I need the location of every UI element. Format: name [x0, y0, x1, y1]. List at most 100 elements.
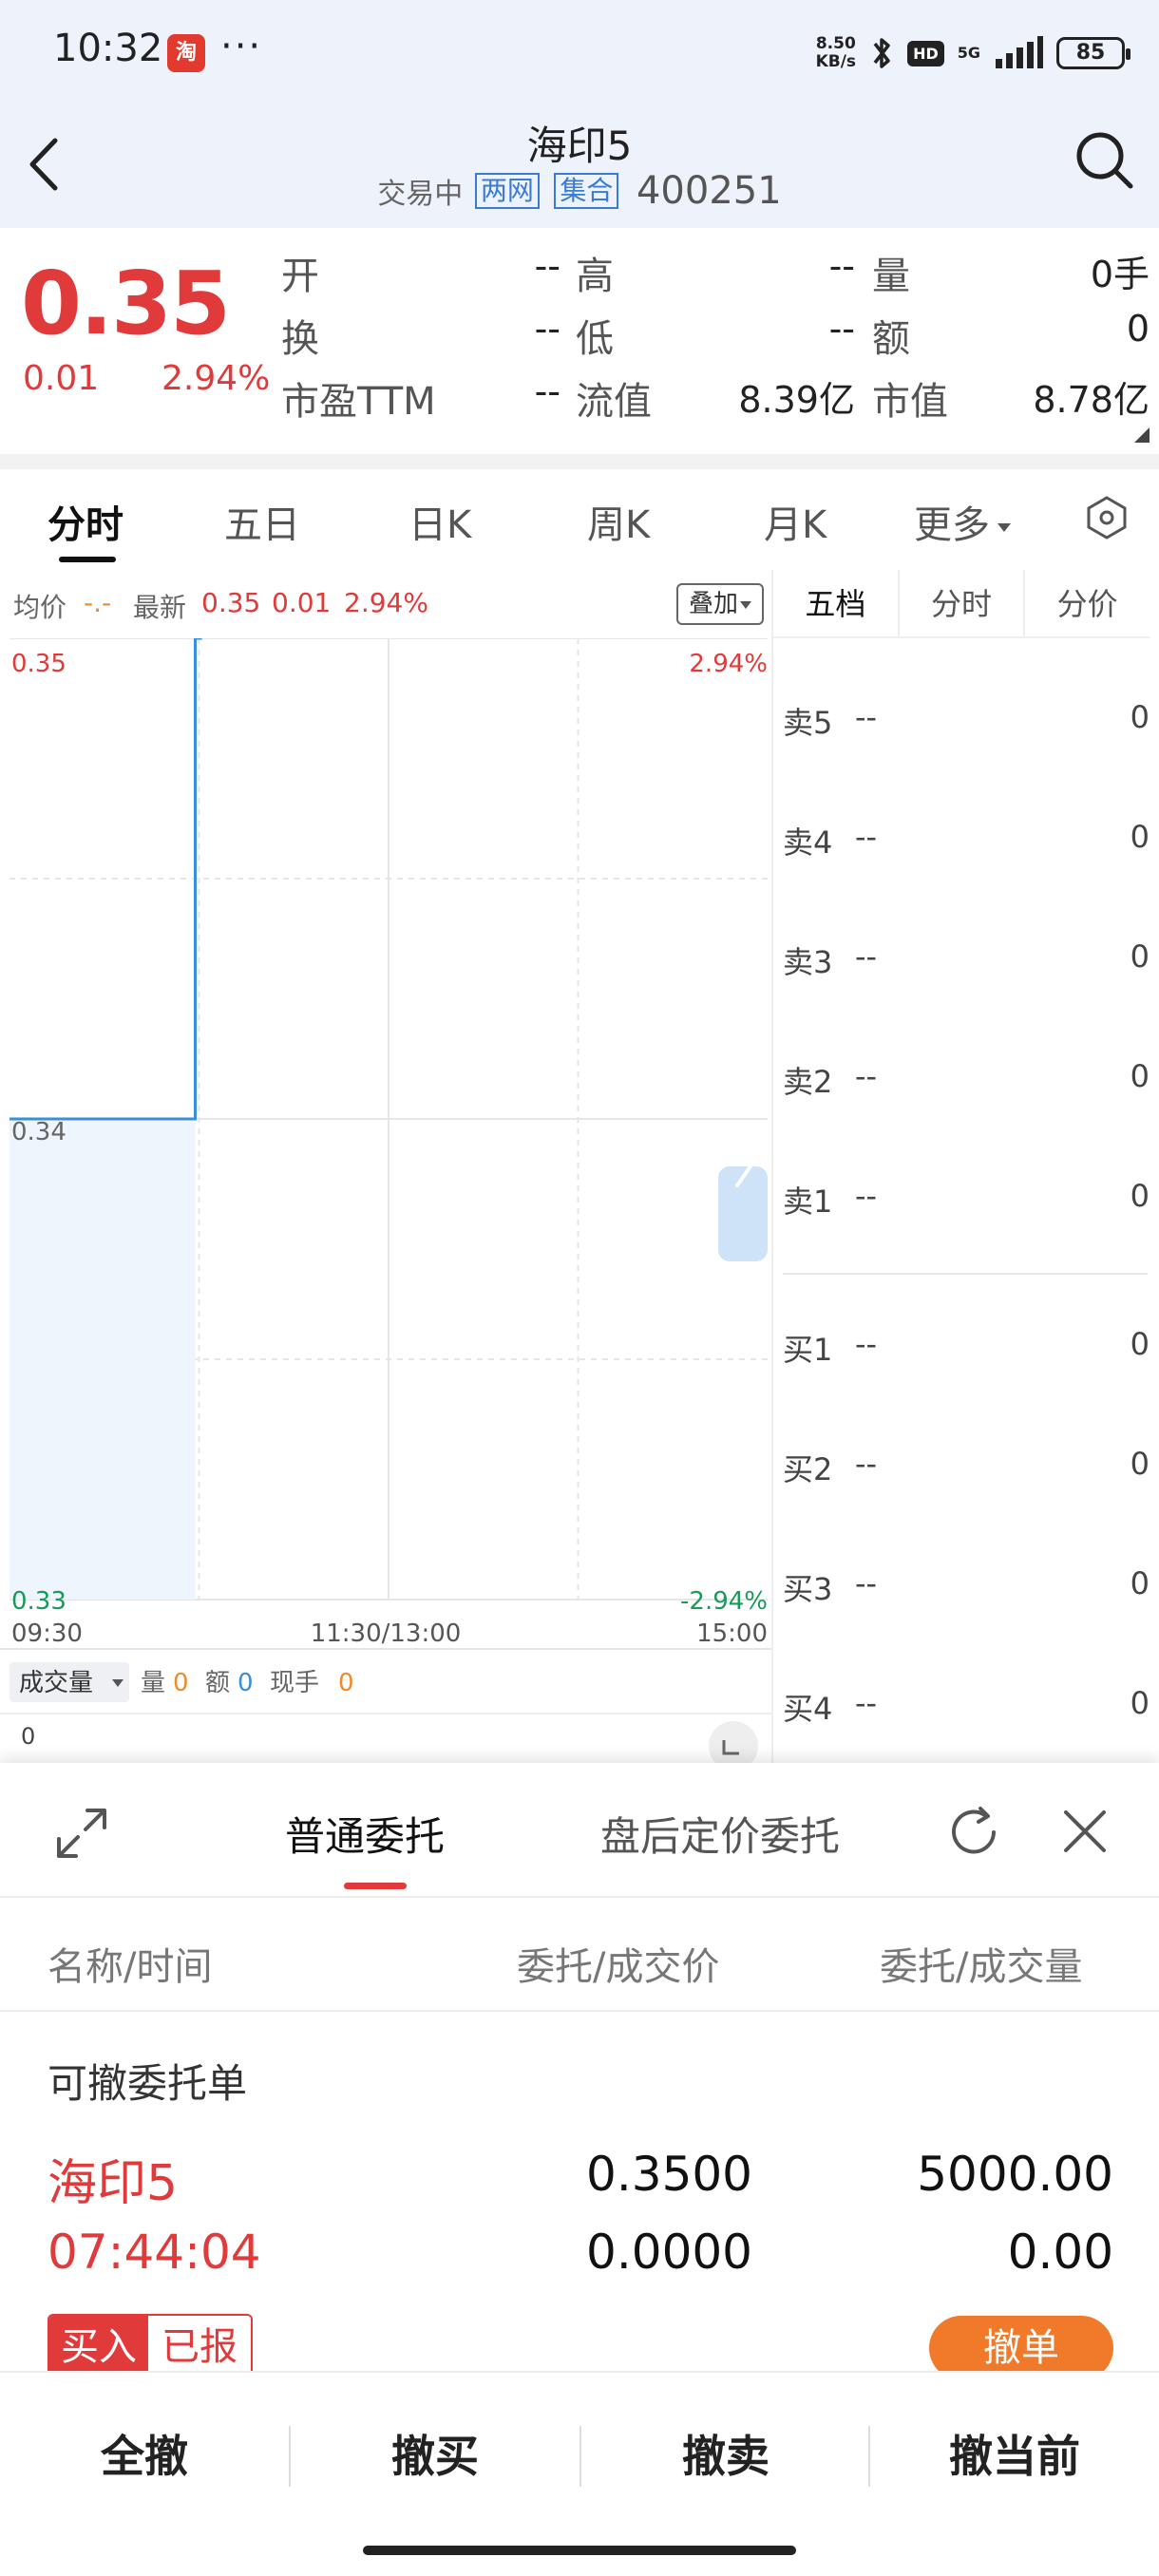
cancel-current-button[interactable]: 撤当前: [870, 2422, 1159, 2485]
bid-price: --: [855, 1685, 878, 1721]
tab-more[interactable]: 更多: [914, 494, 1011, 549]
bid-row-3: 买3 -- 0: [773, 1565, 1150, 1622]
turnover-label: 换: [281, 317, 319, 361]
search-icon[interactable]: [1072, 127, 1138, 194]
market-cap-label: 市值: [872, 380, 948, 424]
ask-label: 卖1: [783, 1184, 833, 1220]
status-right-group: 8.50 KB/s HD 5G 85: [815, 32, 1130, 74]
latest-change: 0.01: [272, 587, 332, 618]
volume-cur-label: 现手: [270, 1669, 319, 1697]
order-book-tabs: 五档 分时 分价: [773, 570, 1150, 638]
stock-title: 海印5: [526, 123, 633, 169]
status-bar: 10:32 淘 ··· 8.50 KB/s HD 5G 85: [0, 0, 1159, 104]
active-order-tab-indicator: [344, 1883, 407, 1889]
price-change: 0.01: [23, 359, 100, 398]
active-tab-indicator: [59, 557, 116, 562]
expand-arrows-icon[interactable]: [51, 1803, 112, 1864]
tab-after-hours-order[interactable]: 盘后定价委托: [600, 1805, 840, 1863]
order-status-badge: 买入 已报: [48, 2314, 253, 2377]
intraday-chart[interactable]: 0.35 0.34 0.33 2.94% -2.94% 09:30 11:30/…: [0, 638, 771, 1763]
tag-liangwang: 两网: [474, 173, 540, 209]
ask-label: 卖5: [783, 705, 833, 741]
stock-subtitle: 交易中 两网 集合 400251: [0, 169, 1159, 213]
cancel-buys-button[interactable]: 撤买: [291, 2422, 580, 2485]
tab-five-day[interactable]: 五日: [224, 494, 300, 549]
ask-price: --: [855, 699, 878, 735]
bid-volume: 0: [1130, 1326, 1150, 1362]
col-name-time: 名称/时间: [48, 1945, 213, 1989]
more-notifications-icon: ···: [220, 25, 263, 68]
ask-volume: 0: [1130, 819, 1150, 855]
latest-label: 最新: [133, 592, 187, 623]
avg-price-label: 均价: [13, 592, 67, 623]
bid-volume: 0: [1130, 1565, 1150, 1601]
latest-price: 0.35: [201, 587, 261, 618]
pe-ttm-label: 市盈TTM: [281, 380, 436, 424]
tab-price-dist[interactable]: 分价: [1025, 570, 1150, 636]
close-icon[interactable]: [1056, 1803, 1113, 1860]
refresh-icon[interactable]: [942, 1801, 1005, 1864]
volume-vol-value: 0: [173, 1669, 189, 1697]
order-quantity: 5000.00: [917, 2147, 1113, 2202]
chart-settings-hexagon-icon[interactable]: [1083, 494, 1130, 541]
tab-weekly-k[interactable]: 周K: [587, 494, 650, 549]
turnover-value: --: [534, 308, 560, 350]
x-axis-label-open: 09:30: [11, 1619, 83, 1648]
bid-row-4: 买4 -- 0: [773, 1685, 1150, 1742]
ask-row-5: 卖5 -- 0: [773, 699, 1150, 756]
tag-jihe: 集合: [554, 173, 619, 209]
order-price: 0.3500: [586, 2147, 752, 2202]
stock-header: 海印5 交易中 两网 集合 400251: [0, 104, 1159, 228]
network-speed: 8.50 KB/s: [815, 34, 857, 71]
tab-daily-k[interactable]: 日K: [408, 494, 471, 549]
cancellable-orders-title: 可撤委托单: [48, 2060, 248, 2107]
open-value: --: [534, 245, 560, 287]
bid-label: 买2: [783, 1451, 833, 1487]
volume-value: 0手: [1090, 254, 1150, 295]
overlay-button[interactable]: 叠加: [676, 583, 764, 625]
open-label: 开: [281, 255, 319, 298]
order-book-panel: 五档 分时 分价 卖5 -- 0 卖4 -- 0 卖3 -- 0 卖2 -- 0…: [771, 570, 1159, 1763]
expand-orderbook-tab[interactable]: [718, 1166, 768, 1261]
cancel-all-button[interactable]: 全撤: [0, 2422, 289, 2485]
signal-bars-icon: [996, 36, 1043, 68]
tab-more-label: 更多: [914, 503, 990, 547]
ask-row-3: 卖3 -- 0: [773, 938, 1150, 995]
float-cap-value: 8.39亿: [738, 379, 855, 421]
price-change-pct: 2.94%: [162, 359, 271, 398]
home-indicator[interactable]: [363, 2546, 796, 2555]
expand-quote-corner-icon[interactable]: [1134, 427, 1150, 443]
ask-volume: 0: [1130, 938, 1150, 975]
bid-volume: 0: [1130, 1685, 1150, 1721]
caret-down-icon: [740, 600, 751, 609]
quote-panel: 0.35 0.01 2.94% 开 -- 高 -- 量 0手 换 -- 低 --…: [0, 228, 1159, 454]
order-state-badge: 已报: [148, 2316, 251, 2375]
x-axis-label-close: 15:00: [696, 1619, 768, 1648]
volume-axis-zero: 0: [21, 1723, 35, 1750]
tab-normal-order[interactable]: 普通委托: [285, 1805, 445, 1863]
tab-monthly-k[interactable]: 月K: [764, 494, 826, 549]
caret-down-icon: [998, 522, 1011, 532]
order-side-badge: 买入: [49, 2316, 148, 2375]
5g-icon: 5G: [957, 44, 980, 62]
taobao-app-icon: 淘: [167, 34, 205, 72]
bid-label: 买3: [783, 1571, 833, 1607]
volume-vol-label: 量: [141, 1669, 165, 1697]
battery-icon: 85: [1056, 37, 1130, 69]
tab-ticks[interactable]: 分时: [900, 570, 1026, 636]
volume-selector-label: 成交量: [19, 1669, 93, 1697]
volume-label: 量: [872, 255, 910, 298]
low-label: 低: [576, 317, 614, 361]
tab-five-levels[interactable]: 五档: [773, 570, 900, 636]
avg-price-value: -.-: [84, 587, 112, 618]
tab-intraday[interactable]: 分时: [48, 494, 124, 549]
cancel-sells-button[interactable]: 撤卖: [581, 2422, 870, 2485]
current-price: 0.35: [21, 253, 231, 354]
bid-price: --: [855, 1565, 878, 1601]
col-quantity: 委托/成交量: [880, 1945, 1083, 1989]
x-axis-label-midday: 11:30/13:00: [311, 1619, 462, 1648]
ask-label: 卖3: [783, 944, 833, 980]
ask-row-2: 卖2 -- 0: [773, 1058, 1150, 1115]
fullscreen-chart-button[interactable]: [709, 1721, 758, 1763]
volume-amt-value: 0: [238, 1669, 254, 1697]
